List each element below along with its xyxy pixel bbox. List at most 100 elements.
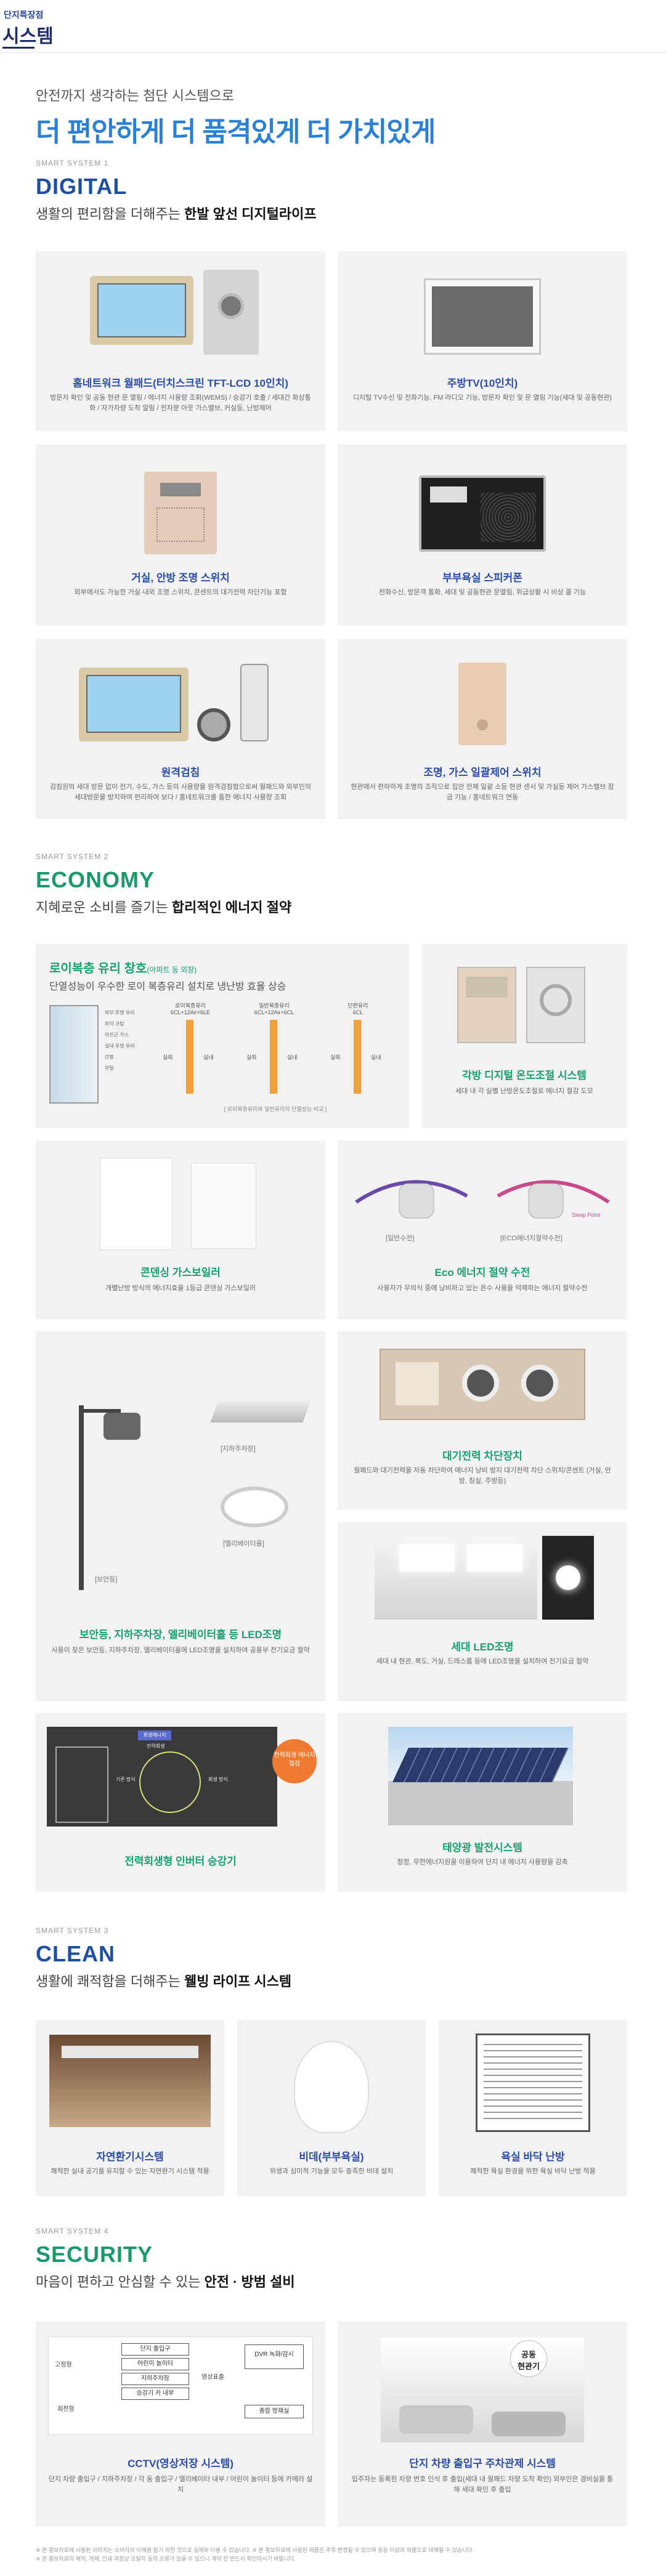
glass-comparison: 로이복층유리 6CL+12Air+6LE 일반복층유리 6CL+12Air+6CL … bbox=[150, 1001, 400, 1118]
elevator-hall-light-image bbox=[221, 1487, 288, 1527]
parking-light-image bbox=[210, 1400, 311, 1423]
boiler-image-2 bbox=[191, 1163, 256, 1249]
master-switch-image bbox=[458, 663, 506, 745]
card-natural-ventilation: 자연환기시스템 쾌적한 실내 공기를 유지할 수 있는 자연환기 시스템 적용 bbox=[36, 2020, 224, 2196]
card-led-lighting: [지하주차장] [엘리베이터홀] [보안등] 보안등, 지하주차장, 엘리베이터… bbox=[36, 1331, 325, 1701]
card-description: 사용자가 무의식 중에 낭비하고 있는 온수 사용을 억제하는 에너지 절약수전 bbox=[377, 1285, 588, 1292]
elevator-saving-badge: 전력회생 에너지 절감 bbox=[272, 1739, 317, 1783]
card-master-switch: 조명, 가스 일괄제어 스위치 현관에서 편하하게 조명의 조작으로 집안 전체… bbox=[338, 639, 627, 819]
section-eyebrow: SMART SYSTEM 3 bbox=[36, 1926, 109, 1935]
faucet-label-sleep: Sleep Point bbox=[572, 1212, 601, 1218]
cctv-dvr: DVR 녹화/감시 bbox=[245, 2344, 304, 2369]
faucet-label-normal: [일반수전] bbox=[386, 1235, 415, 1242]
card-title: 부부욕실 스피커폰 bbox=[442, 572, 522, 584]
card-description: 세대 내 현관, 복도, 거실, 드레스룸 등에 LED조명을 설치하여 전기요… bbox=[376, 1658, 589, 1665]
inside-label: 실내 bbox=[287, 1054, 298, 1060]
home-led-room-image bbox=[375, 1536, 537, 1620]
parking-badge: 공동 현관기 bbox=[510, 2340, 547, 2377]
card-title: 자연환기시스템 bbox=[96, 2151, 164, 2163]
solar-panel-image bbox=[388, 1727, 573, 1825]
outside-label: 실외 bbox=[330, 1054, 341, 1060]
card-description: 쾌적한 실내 공기를 유지할 수 있는 자연환기 시스템 적용 bbox=[51, 2168, 209, 2175]
page-header: 단지특장점 시스템 bbox=[0, 0, 666, 53]
card-title: 홈네트워크 월패드(터치스크린 TFT-LCD 10인치) bbox=[73, 378, 288, 389]
card-solar: 태양광 발전시스템 청정, 무한에너지원을 이용하여 단지 내 에너지 사용량을… bbox=[338, 1713, 627, 1892]
cctv-label: 영상표출 bbox=[201, 2374, 224, 2381]
card-title: 각방 디지털 온도조절 시스템 bbox=[462, 1070, 587, 1081]
wallpad-image bbox=[90, 276, 193, 345]
section-description: 생활의 편리함을 더해주는 한발 앞선 디지털라이프 bbox=[36, 206, 317, 222]
card-bidet: 비데(부부욕실) 위생과 심미적 기능을 모두 충족한 비데 설치 bbox=[237, 2020, 426, 2196]
cctv-label: 고정형 bbox=[55, 2362, 72, 2368]
security-section-header: SMART SYSTEM 4 SECURITY 마음이 편하고 안심할 수 있는… bbox=[36, 2227, 627, 2291]
room-controller-image bbox=[526, 967, 585, 1043]
card-description: 쾌적한 욕실 환경을 위한 욕실 바닥 난방 적용 bbox=[470, 2168, 596, 2175]
card-description: 디지털 TV수신 및 전화기능, FM 라디오 기능, 방문자 확인 및 문 열… bbox=[352, 394, 612, 402]
card-description: 현관에서 편하하게 조명의 조작으로 집안 전체 일괄 소등 현관 센서 및 가… bbox=[351, 783, 614, 801]
hero-subtitle: 안전까지 생각하는 첨단 시스템으로 bbox=[36, 88, 234, 103]
card-regen-elevator: 회생에너지 전력회생 기존 방식 회생 방식 전력회생 에너지 절감 전력회생형… bbox=[36, 1713, 325, 1892]
cctv-location: 단지 출입구 bbox=[121, 2343, 189, 2356]
speakerphone-image bbox=[419, 475, 546, 552]
elevator-head-label: 회생에너지 bbox=[138, 1730, 171, 1740]
standby-switch-image bbox=[380, 1349, 585, 1420]
digital-section-header: SMART SYSTEM 1 DIGITAL 생활의 편리함을 더해주는 한발 … bbox=[36, 159, 627, 223]
glass-column-3: 단판유리 6CL bbox=[347, 1003, 368, 1015]
elevator-label: 기존 방식 bbox=[116, 1777, 136, 1782]
cctv-location: 어린이 놀이터 bbox=[121, 2358, 189, 2370]
card-title: 보안등, 지하주차장, 엘리베이터홀 등 LED조명 bbox=[79, 1629, 282, 1641]
section-description: 지혜로운 소비를 즐기는 합리적인 에너지 절약 bbox=[36, 900, 292, 915]
card-kitchen-tv: 주방TV(10인치) 디지털 TV수신 및 전화기능, FM 라디오 기능, 방… bbox=[338, 251, 627, 431]
home-led-downlight-image bbox=[542, 1536, 594, 1620]
led-label-parking: [지하주차장] bbox=[221, 1445, 256, 1453]
gas-meter-image bbox=[197, 708, 230, 741]
cctv-diagram: 고정형 회전형 단지 출입구 어린이 놀이터 지하주차장 승강기 카 내부 영상… bbox=[48, 2336, 313, 2435]
outside-label: 실외 bbox=[163, 1054, 173, 1060]
section-description: 마음이 편하고 안심할 수 있는 안전 · 방범 설비 bbox=[36, 2274, 295, 2290]
card-title: Eco 에너지 절약 수전 bbox=[434, 1267, 530, 1278]
faucet-label-eco: [ECO에너지절약수전] bbox=[500, 1235, 562, 1242]
card-title: 조명, 가스 일괄제어 스위치 bbox=[423, 767, 542, 778]
glass-window-image bbox=[49, 1005, 99, 1104]
card-subtitle: 단열성능이 우수한 로이 복층유리 설치로 냉난방 효율 상승 bbox=[49, 982, 286, 992]
glass-column-1: 로이복층유리 6CL+12Air+6LE bbox=[170, 1003, 211, 1015]
elevator-label: 회생 방식 bbox=[208, 1777, 228, 1782]
card-eco-faucet: [일반수전] [ECO에너지절약수전] Sleep Point Eco 에너지 … bbox=[338, 1141, 627, 1319]
footnote: ※ 본 홍보자료에 사용된 이미지는 소비자의 이해를 돕기 위한 것으로 실제… bbox=[36, 2546, 627, 2563]
water-meter-image bbox=[240, 664, 269, 741]
section-eyebrow: SMART SYSTEM 2 bbox=[36, 852, 109, 861]
card-condensing-boiler: 콘덴싱 가스보일러 개별난방 방식의 에너지효율 1등급 콘덴싱 가스보일러 bbox=[36, 1141, 325, 1319]
card-wallpad: 홈네트워크 월패드(터치스크린 TFT-LCD 10인치) 방문자 확인 및 공… bbox=[36, 251, 325, 431]
card-title: 원격검침 bbox=[161, 767, 200, 778]
card-description: 사용이 잦은 보안등, 지하주차장, 엘리베이터홀에 LED조명을 설치하여 공… bbox=[51, 1647, 310, 1654]
section-title: ECONOMY bbox=[36, 867, 155, 892]
elevator-image: 회생에너지 전력회생 기존 방식 회생 방식 bbox=[47, 1727, 277, 1827]
card-description: 입주자는 등록된 차량 번호 인식 후 출입(세대 내 월패드 차량 도착 확인… bbox=[351, 2476, 614, 2493]
footnote-line: ※ 본 홍보자료의 제작, 게재, 인쇄 과정상 오탈자 등의 오류가 있을 수… bbox=[36, 2556, 296, 2562]
card-description: 외부에서도 가능한 거실·내외 조명 스위치, 콘센트의 대기전력 차단기능 포… bbox=[74, 589, 287, 596]
card-description: 방문자 확인 및 공동 현관 문 열림 / 에너지 사용량 조회(WEMS) /… bbox=[50, 394, 311, 412]
card-description: 청정, 무한에너지원을 이용하여 단지 내 에너지 사용량을 감축 bbox=[397, 1859, 568, 1866]
card-description: 단지 차량 출입구 / 지하주차장 / 각 동 출입구 / 엘리베이터 내부 /… bbox=[48, 2476, 313, 2493]
card-description: 위생과 심미적 기능을 모두 충족한 비데 설치 bbox=[269, 2168, 394, 2175]
hero: 안전까지 생각하는 첨단 시스템으로 더 편안하게 더 품격있게 더 가치있게 bbox=[36, 85, 627, 149]
section-title: CLEAN bbox=[36, 1941, 115, 1966]
page-title: 시스템 bbox=[2, 26, 54, 47]
card-bathroom-floor-heating: 욕실 바닥 난방 쾌적한 욕실 환경을 위한 욕실 바닥 난방 적용 bbox=[439, 2020, 627, 2196]
card-parking-control: 공동 현관기 단지 차량 출입구 주차관제 시스템 입주자는 등록된 차량 번호 … bbox=[338, 2322, 627, 2526]
title-underline bbox=[2, 47, 35, 49]
card-title: 태양광 발전시스템 bbox=[442, 1842, 522, 1854]
card-cctv: 고정형 회전형 단지 출입구 어린이 놀이터 지하주차장 승강기 카 내부 영상… bbox=[36, 2322, 325, 2526]
card-light-switch: 거실, 안방 조명 스위치 외부에서도 가능한 거실·내외 조명 스위치, 콘센… bbox=[36, 445, 325, 626]
section-description: 생활에 쾌적함을 더해주는 웰빙 라이프 시스템 bbox=[36, 1974, 292, 1989]
glass-bar bbox=[186, 1020, 193, 1094]
card-title: 전력회생형 인버터 승강기 bbox=[124, 1855, 237, 1867]
streetlight-head bbox=[104, 1413, 140, 1440]
parking-gate-image: 공동 현관기 bbox=[381, 2338, 584, 2442]
section-eyebrow: SMART SYSTEM 4 bbox=[36, 2227, 109, 2235]
outside-label: 실외 bbox=[246, 1054, 257, 1060]
bidet-image bbox=[294, 2041, 369, 2133]
economy-section-header: SMART SYSTEM 2 ECONOMY 지혜로운 소비를 즐기는 합리적인… bbox=[36, 852, 627, 916]
glass-bar bbox=[270, 1020, 277, 1094]
card-title: 로이복층 유리 창호(아파트 동 외창) bbox=[49, 962, 197, 975]
